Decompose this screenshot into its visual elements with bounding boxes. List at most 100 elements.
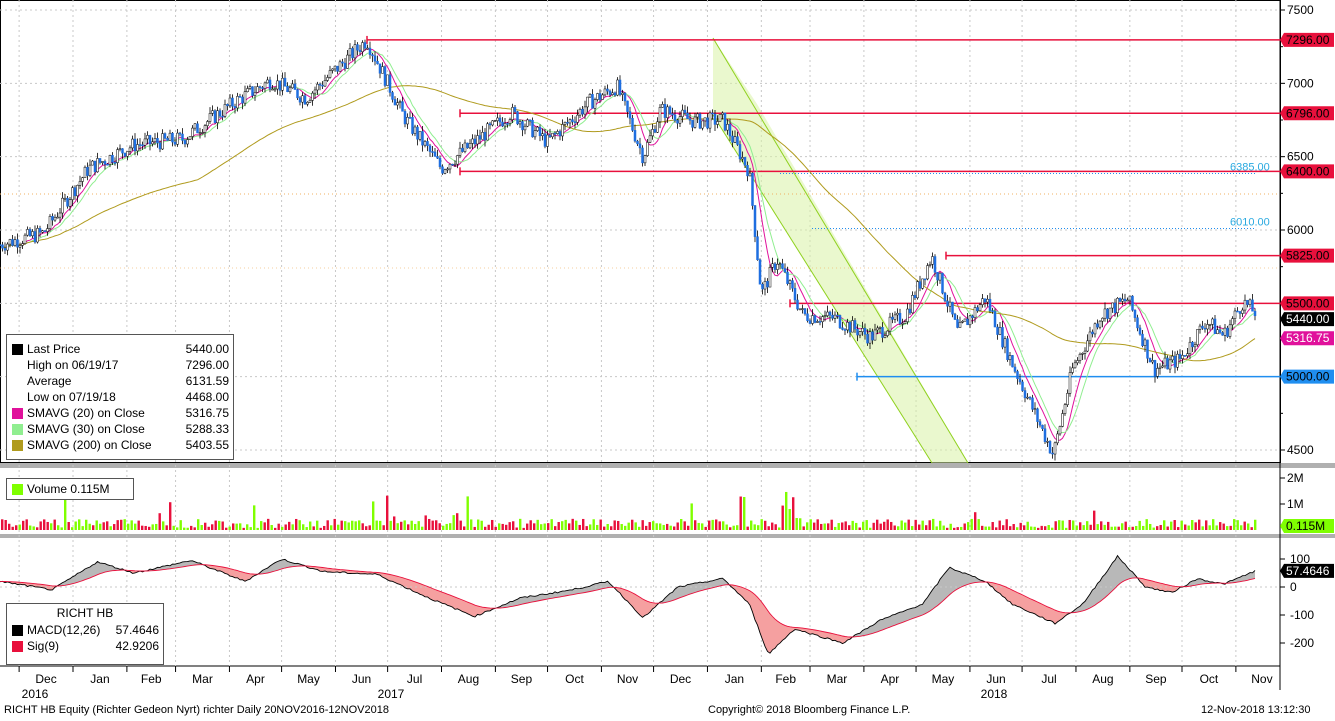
price-candle-body bbox=[203, 125, 207, 133]
volume-bar bbox=[473, 526, 476, 530]
price-candle-body bbox=[808, 320, 812, 324]
price-candle-body bbox=[46, 228, 49, 232]
price-candle-body bbox=[338, 61, 342, 72]
price-candle-body bbox=[616, 79, 619, 96]
price-candle-body bbox=[1101, 317, 1104, 322]
price-candle-body bbox=[688, 118, 692, 121]
volume-bar bbox=[722, 521, 725, 530]
price-candle-body bbox=[363, 42, 367, 49]
price-candle-body bbox=[933, 256, 937, 273]
macd-fill bbox=[642, 598, 645, 618]
volume-bar bbox=[190, 525, 193, 530]
price-candle-body bbox=[511, 107, 514, 120]
volume-bar bbox=[809, 519, 812, 530]
volume-bar bbox=[729, 527, 732, 530]
price-candle-body bbox=[631, 118, 634, 131]
price-candle-body bbox=[613, 92, 617, 96]
price-candle-body bbox=[1231, 318, 1234, 326]
price-candle-body bbox=[1008, 355, 1012, 361]
price-candle-body bbox=[998, 327, 1002, 335]
price-candle-body bbox=[308, 100, 312, 103]
macd-fill bbox=[97, 561, 100, 575]
volume-bar bbox=[400, 521, 403, 530]
volume-bar bbox=[830, 519, 833, 530]
price-candle-body bbox=[96, 158, 99, 173]
price-candle-body bbox=[368, 47, 372, 55]
volume-bar bbox=[64, 498, 67, 530]
volume-bar bbox=[858, 527, 861, 530]
price-candle-body bbox=[141, 144, 144, 147]
volume-bar bbox=[760, 519, 763, 530]
price-candle-body bbox=[336, 65, 339, 72]
price-candle-body bbox=[571, 119, 574, 122]
volume-bar bbox=[694, 520, 697, 530]
volume-bar bbox=[130, 520, 133, 530]
macd-fill bbox=[1147, 579, 1150, 588]
price-candle-body bbox=[373, 55, 377, 62]
price-candle-body bbox=[371, 54, 374, 57]
volume-bar bbox=[393, 516, 396, 530]
price-candle-body bbox=[441, 166, 444, 174]
legend-swatch bbox=[12, 407, 23, 419]
price-candle-body bbox=[1033, 408, 1037, 410]
volume-bar bbox=[1152, 527, 1155, 530]
price-candle-body bbox=[238, 96, 242, 98]
price-candle-body bbox=[943, 292, 947, 302]
volume-bar bbox=[491, 519, 494, 530]
macd-fill bbox=[1027, 597, 1030, 613]
price-candle-body bbox=[1206, 324, 1209, 330]
price-candle-body bbox=[646, 142, 649, 156]
volume-bar bbox=[109, 526, 112, 530]
volume-bar bbox=[452, 515, 455, 530]
volume-bar bbox=[484, 526, 487, 530]
macd-fill bbox=[645, 600, 648, 616]
x-month-label: Aug bbox=[458, 672, 479, 686]
price-candle-body bbox=[81, 177, 84, 182]
volume-bar bbox=[18, 524, 21, 530]
volume-bar bbox=[631, 519, 634, 530]
price-candle-body bbox=[476, 135, 479, 145]
volume-bar bbox=[340, 520, 343, 530]
price-candle-body bbox=[721, 112, 724, 115]
price-candle-body bbox=[181, 133, 184, 141]
price-candle-body bbox=[988, 298, 992, 311]
price-y-tick-label: 7000 bbox=[1287, 76, 1314, 90]
macd-fill bbox=[945, 570, 948, 600]
volume-bar bbox=[36, 527, 39, 530]
volume-bar bbox=[498, 523, 501, 530]
price-candle-body bbox=[756, 236, 759, 261]
volume-bar bbox=[347, 522, 350, 530]
volume-bar bbox=[43, 519, 46, 530]
sma200-line bbox=[0, 85, 1256, 362]
volume-bar bbox=[904, 522, 907, 530]
macd-fill bbox=[965, 573, 968, 586]
macd-fill bbox=[940, 576, 943, 604]
price-y-tick-label: 6500 bbox=[1287, 150, 1314, 164]
price-candle-body bbox=[78, 181, 82, 186]
volume-bar bbox=[225, 527, 228, 530]
macd-fill bbox=[902, 610, 905, 623]
price-candle-body bbox=[1201, 325, 1204, 329]
volume-bar bbox=[557, 522, 560, 530]
price-candle-body bbox=[1211, 318, 1214, 325]
price-candle-body bbox=[391, 92, 394, 100]
volume-bar bbox=[382, 525, 385, 530]
volume-bar bbox=[277, 523, 280, 530]
price-candle-body bbox=[298, 97, 302, 103]
volume-bar bbox=[120, 519, 123, 530]
macd-fill bbox=[952, 568, 955, 593]
volume-bar bbox=[998, 520, 1001, 530]
volume-bar bbox=[753, 524, 756, 530]
legend-value: 42.9206 bbox=[115, 639, 159, 653]
volume-legend-label: Volume 0.115M bbox=[27, 482, 110, 496]
volume-bar bbox=[970, 518, 973, 530]
price-candle-body bbox=[773, 263, 777, 270]
volume-bar bbox=[1201, 526, 1204, 530]
price-candle-body bbox=[876, 327, 879, 331]
volume-bar bbox=[1040, 525, 1043, 530]
volume-bar bbox=[319, 527, 322, 530]
volume-bar bbox=[1194, 522, 1197, 530]
price-candle-body bbox=[796, 299, 799, 310]
price-candle-body bbox=[443, 169, 447, 174]
price-candle-body bbox=[881, 327, 884, 338]
